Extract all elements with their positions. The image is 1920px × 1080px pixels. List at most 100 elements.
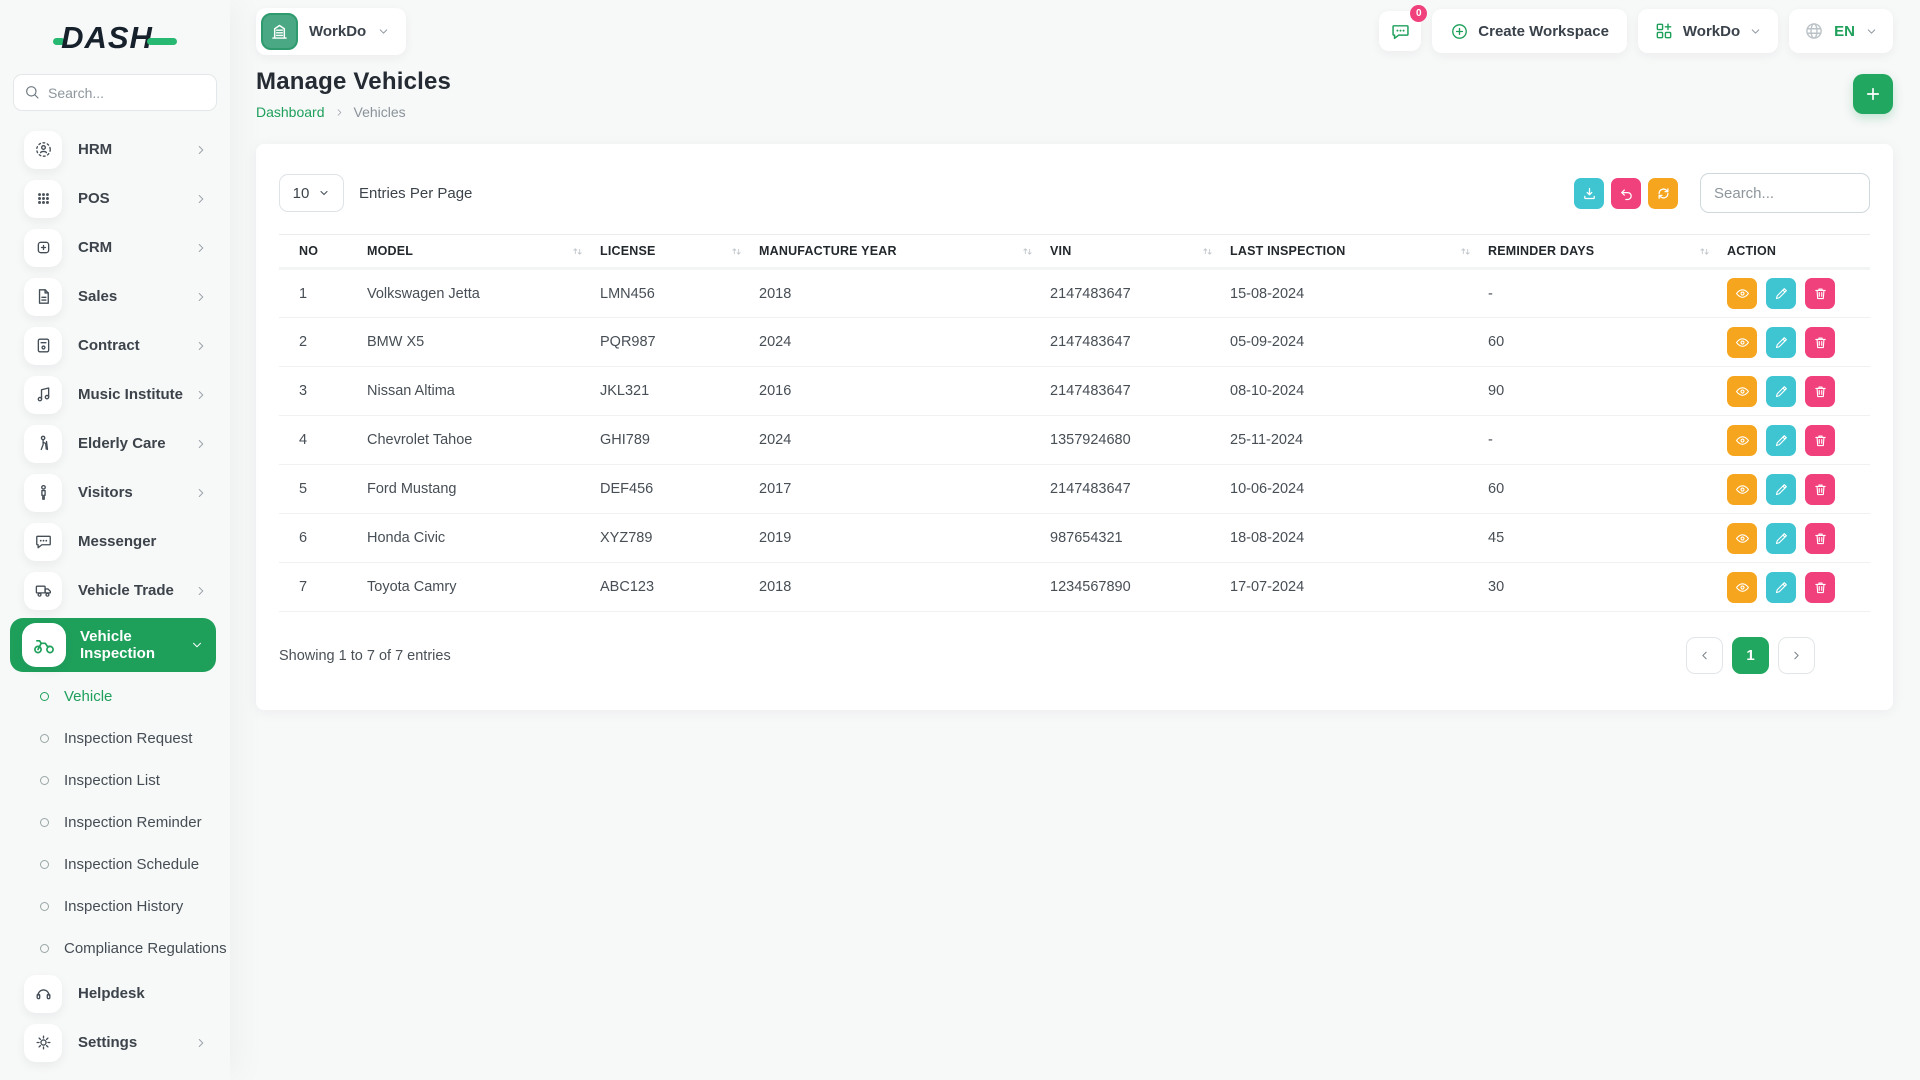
sidebar-item-visitors[interactable]: Visitors bbox=[0, 468, 230, 517]
cell-no: 1 bbox=[279, 269, 367, 318]
add-vehicle-button[interactable] bbox=[1853, 74, 1893, 114]
sidebar-item-vehicle-inspection[interactable]: Vehicle Inspection bbox=[10, 618, 216, 672]
document-icon bbox=[24, 278, 62, 316]
delete-button[interactable] bbox=[1805, 327, 1835, 358]
cell-vin: 987654321 bbox=[1050, 514, 1230, 563]
column-manufacture-year[interactable]: MANUFACTURE YEAR bbox=[759, 235, 1050, 269]
sidebar-item-elderly-care[interactable]: Elderly Care bbox=[0, 419, 230, 468]
refresh-button[interactable] bbox=[1648, 178, 1678, 209]
cell-model: Ford Mustang bbox=[367, 465, 600, 514]
view-button[interactable] bbox=[1727, 376, 1757, 407]
edit-button[interactable] bbox=[1766, 425, 1796, 456]
main-content: WorkDo 0 Create Workspace WorkDo EN bbox=[230, 0, 1920, 710]
delete-button[interactable] bbox=[1805, 572, 1835, 603]
chevron-right-icon bbox=[194, 584, 208, 598]
edit-button[interactable] bbox=[1766, 376, 1796, 407]
cell-last-inspection: 17-07-2024 bbox=[1230, 563, 1488, 612]
eye-icon bbox=[1735, 433, 1750, 448]
chevron-right-icon bbox=[194, 143, 208, 157]
column-last-inspection[interactable]: LAST INSPECTION bbox=[1230, 235, 1488, 269]
column-action: ACTION bbox=[1727, 235, 1870, 269]
breadcrumb-dashboard-link[interactable]: Dashboard bbox=[256, 104, 325, 120]
pencil-icon bbox=[1774, 384, 1789, 399]
messages-button[interactable]: 0 bbox=[1379, 11, 1421, 51]
language-selector[interactable]: EN bbox=[1789, 9, 1893, 53]
cell-license: XYZ789 bbox=[600, 514, 759, 563]
view-button[interactable] bbox=[1727, 523, 1757, 554]
cell-year: 2016 bbox=[759, 367, 1050, 416]
elderly-person-icon bbox=[24, 425, 62, 463]
sidebar-subitem-compliance-regulations[interactable]: Compliance Regulations bbox=[0, 927, 230, 969]
sidebar-subitem-inspection-list[interactable]: Inspection List bbox=[0, 759, 230, 801]
delete-button[interactable] bbox=[1805, 278, 1835, 309]
cell-reminder-days: - bbox=[1488, 269, 1727, 318]
column-license[interactable]: LICENSE bbox=[600, 235, 759, 269]
chevron-down-icon bbox=[377, 25, 390, 38]
bullet-icon bbox=[40, 860, 49, 869]
sidebar-subitem-vehicle[interactable]: Vehicle bbox=[0, 675, 230, 717]
column-model[interactable]: MODEL bbox=[367, 235, 600, 269]
delete-button[interactable] bbox=[1805, 474, 1835, 505]
sidebar-item-contract[interactable]: Contract bbox=[0, 321, 230, 370]
edit-button[interactable] bbox=[1766, 572, 1796, 603]
eye-icon bbox=[1735, 580, 1750, 595]
edit-button[interactable] bbox=[1766, 327, 1796, 358]
pagination-next-button[interactable] bbox=[1778, 637, 1815, 674]
sidebar-item-music-institute[interactable]: Music Institute bbox=[0, 370, 230, 419]
cell-last-inspection: 05-09-2024 bbox=[1230, 318, 1488, 367]
sidebar-item-helpdesk[interactable]: Helpdesk bbox=[0, 969, 230, 1018]
cell-reminder-days: 60 bbox=[1488, 465, 1727, 514]
page-title: Manage Vehicles bbox=[256, 68, 451, 96]
cell-vin: 2147483647 bbox=[1050, 269, 1230, 318]
column-vin[interactable]: VIN bbox=[1050, 235, 1230, 269]
reset-button[interactable] bbox=[1611, 178, 1641, 209]
sidebar-item-crm[interactable]: CRM bbox=[0, 223, 230, 272]
table-search bbox=[1700, 173, 1870, 213]
sidebar: DASH HRM POS CRM Sales Contract bbox=[0, 0, 230, 1080]
view-button[interactable] bbox=[1727, 572, 1757, 603]
sidebar-item-messenger[interactable]: Messenger bbox=[0, 517, 230, 566]
cell-vin: 1234567890 bbox=[1050, 563, 1230, 612]
sort-icon bbox=[1698, 245, 1711, 258]
sidebar-item-hrm[interactable]: HRM bbox=[0, 125, 230, 174]
chevron-right-icon bbox=[1790, 649, 1803, 662]
download-icon bbox=[1582, 186, 1597, 201]
globe-icon bbox=[1804, 21, 1824, 41]
sidebar-subitem-inspection-schedule[interactable]: Inspection Schedule bbox=[0, 843, 230, 885]
sidebar-item-pos[interactable]: POS bbox=[0, 174, 230, 223]
top-header: WorkDo 0 Create Workspace WorkDo EN bbox=[256, 0, 1893, 54]
view-button[interactable] bbox=[1727, 474, 1757, 505]
cell-no: 3 bbox=[279, 367, 367, 416]
column-reminder-days[interactable]: REMINDER DAYS bbox=[1488, 235, 1727, 269]
workspace-switcher[interactable]: WorkDo bbox=[256, 8, 406, 55]
cell-last-inspection: 08-10-2024 bbox=[1230, 367, 1488, 416]
delete-button[interactable] bbox=[1805, 376, 1835, 407]
entries-per-page-select[interactable]: 10 bbox=[279, 174, 344, 212]
plus-icon bbox=[1864, 85, 1882, 103]
sidebar-subitem-inspection-history[interactable]: Inspection History bbox=[0, 885, 230, 927]
sidebar-item-settings[interactable]: Settings bbox=[0, 1018, 230, 1067]
workdo-menu-button[interactable]: WorkDo bbox=[1638, 9, 1778, 53]
view-button[interactable] bbox=[1727, 278, 1757, 309]
sidebar-subitem-inspection-request[interactable]: Inspection Request bbox=[0, 717, 230, 759]
delete-button[interactable] bbox=[1805, 523, 1835, 554]
chevron-left-icon bbox=[1698, 649, 1711, 662]
view-button[interactable] bbox=[1727, 327, 1757, 358]
sidebar-item-vehicle-trade[interactable]: Vehicle Trade bbox=[0, 566, 230, 615]
table-search-input[interactable] bbox=[1700, 173, 1870, 213]
pagination-prev-button[interactable] bbox=[1686, 637, 1723, 674]
export-download-button[interactable] bbox=[1574, 178, 1604, 209]
sidebar-search-input[interactable] bbox=[13, 74, 217, 111]
cell-reminder-days: 45 bbox=[1488, 514, 1727, 563]
edit-button[interactable] bbox=[1766, 474, 1796, 505]
undo-icon bbox=[1619, 186, 1634, 201]
view-button[interactable] bbox=[1727, 425, 1757, 456]
sidebar-subitem-inspection-reminder[interactable]: Inspection Reminder bbox=[0, 801, 230, 843]
pagination-page-1[interactable]: 1 bbox=[1732, 637, 1769, 674]
edit-button[interactable] bbox=[1766, 278, 1796, 309]
bullet-icon bbox=[40, 818, 49, 827]
edit-button[interactable] bbox=[1766, 523, 1796, 554]
create-workspace-button[interactable]: Create Workspace bbox=[1432, 9, 1627, 53]
delete-button[interactable] bbox=[1805, 425, 1835, 456]
sidebar-item-sales[interactable]: Sales bbox=[0, 272, 230, 321]
